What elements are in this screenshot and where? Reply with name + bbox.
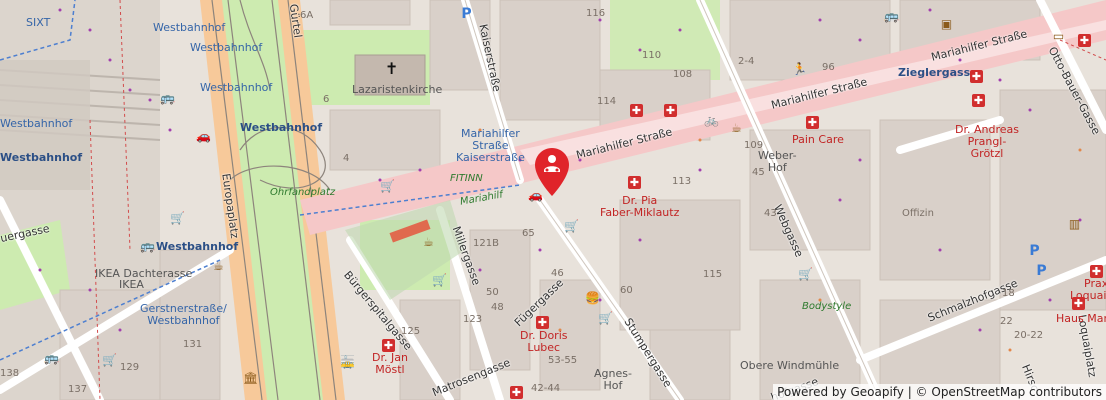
place-label-westbahnhof: Westbahnhof: [153, 21, 226, 34]
house-number: 113: [672, 176, 692, 187]
place-label-obere-windmuehle: Obere Windmühle: [740, 359, 840, 372]
doctor-icon[interactable]: ✚: [382, 339, 395, 352]
doctor-icon[interactable]: ✚: [972, 94, 985, 107]
toilets-icon: ▥: [1068, 217, 1081, 231]
place-label-westbahnhof: Westbahnhof: [200, 81, 273, 94]
house-number: 116: [586, 8, 606, 19]
place-label-ohrfandplatz: Ohrfandplatz: [270, 187, 336, 198]
house-number: 6: [323, 94, 330, 105]
house-number: 53-55: [548, 355, 578, 366]
house-number: 2-4: [738, 56, 755, 67]
house-number: 123: [463, 314, 483, 325]
house-number: 42-44: [531, 383, 561, 394]
doctor-icon[interactable]: ✚: [1072, 297, 1085, 310]
bank-icon: 🏛: [243, 371, 259, 385]
doctor-icon[interactable]: ✚: [510, 386, 523, 399]
location-marker-pin[interactable]: [535, 148, 569, 196]
car-rental-icon: 🚗: [196, 129, 211, 143]
place-label-bodystyle: Bodystyle: [802, 301, 852, 312]
house-number: 110: [642, 50, 662, 61]
street-label-zieglergasse: Zieglergasse: [898, 66, 978, 79]
church-icon: ✝: [385, 59, 399, 78]
doctor-icon[interactable]: ✚: [1078, 34, 1091, 47]
map-attribution[interactable]: Powered by Geoapify | © OpenStreetMap co…: [773, 384, 1106, 400]
shop-icon: 🛒: [598, 311, 613, 325]
place-label-dr-pia: Dr. Pia Faber-Miklautz: [600, 194, 680, 219]
place-label-haus-mariahilf: Haus Mariahilf: [1056, 312, 1106, 325]
house-number: 108: [673, 69, 693, 80]
shop-icon: 🛒: [102, 353, 117, 367]
doctor-icon[interactable]: ✚: [806, 116, 819, 129]
house-number: 18: [1002, 288, 1015, 299]
doctor-icon[interactable]: ✚: [630, 104, 643, 117]
doctor-icon[interactable]: ✚: [1090, 265, 1103, 278]
place-label-gerstner: Gerstnerstraße/ Westbahnhof: [140, 302, 227, 327]
place-label-westbahnhof: Westbahnhof: [190, 41, 263, 54]
bus-icon: 🚌: [884, 9, 899, 23]
shop-icon: 🛒: [432, 273, 447, 287]
place-label-mariahilfer-stop: Mariahilfer Straße Kaiserstraße: [456, 127, 525, 164]
map-canvas[interactable]: Mariahilfer Straße Mariahilfer Straße Ma…: [0, 0, 1106, 400]
house-number: 45: [752, 167, 765, 178]
place-label-pain-care: Pain Care: [792, 133, 844, 146]
house-number: 60: [620, 285, 633, 296]
house-number: 65: [522, 228, 535, 239]
house-number: 6A: [300, 10, 314, 21]
house-number: 129: [120, 362, 140, 373]
place-label-lazaristenkirche: Lazaristenkirche: [352, 83, 443, 96]
place-label-westbahnhof-stop: Westbahnhof: [156, 240, 239, 253]
house-number: 20-22: [1014, 330, 1044, 341]
cafe-icon: ☕: [731, 121, 742, 135]
bicycle-icon: 🚲: [704, 113, 719, 127]
bus-icon: 🚌: [160, 91, 175, 105]
house-number: 121B: [473, 238, 499, 249]
tram-icon: 🚋: [340, 355, 355, 369]
house-number: 137: [68, 384, 88, 395]
house-number: 48: [491, 302, 504, 313]
cafe-icon: ☕: [213, 259, 224, 273]
place-label-dr-andreas: Dr. Andreas Prangl- Grötzl: [955, 123, 1019, 160]
museum-icon: ▣: [940, 17, 953, 31]
house-number: 115: [703, 269, 723, 280]
hotel-icon: ▭: [1052, 29, 1065, 43]
house-number: 114: [597, 96, 617, 107]
place-label-fitinn: FITINN: [450, 173, 483, 184]
place-label-westbahnhof-main: Westbahnhof: [240, 121, 323, 134]
doctor-icon[interactable]: ✚: [970, 70, 983, 83]
place-label-ikea: IKEA: [119, 278, 144, 291]
bus-icon: 🚌: [140, 239, 155, 253]
shop-icon: 🛒: [564, 219, 579, 233]
house-number: 4: [343, 153, 350, 164]
parking-icon: P: [1036, 263, 1047, 279]
bus-icon: 🚌: [44, 351, 59, 365]
place-label-westbahnhof: Westbahnhof: [0, 117, 73, 130]
fastfood-icon: 🍔: [585, 291, 600, 305]
doctor-icon[interactable]: ✚: [664, 104, 677, 117]
house-number: 138: [0, 368, 20, 379]
house-number: 46: [551, 268, 564, 279]
shop-icon: 🛒: [380, 179, 395, 193]
place-label-dr-jan: Dr. Jan Möstl: [372, 351, 408, 376]
doctor-icon[interactable]: ✚: [536, 316, 549, 329]
place-label-sixt: SIXT: [26, 16, 51, 29]
place-label-dr-doris: Dr. Doris Lubec: [520, 329, 568, 354]
house-number: 50: [486, 287, 499, 298]
place-label-westbahnhof: Westbahnhof: [0, 151, 83, 164]
house-number: 131: [183, 339, 203, 350]
shop-icon: 🛒: [798, 267, 813, 281]
place-label-agnes-hof: Agnes- Hof: [594, 367, 632, 392]
house-number: 43: [764, 208, 777, 219]
parking-icon: P: [461, 6, 472, 22]
doctor-icon[interactable]: ✚: [628, 176, 641, 189]
fitness-icon: 🏃: [792, 62, 807, 76]
house-number: 22: [1000, 316, 1013, 327]
house-number: 96: [822, 62, 835, 73]
cafe-icon: ☕: [423, 235, 434, 249]
house-number: 125: [401, 326, 421, 337]
place-label-offizin: Offizin: [902, 208, 934, 219]
house-number: 109: [744, 140, 764, 151]
shop-icon: 🛒: [170, 211, 185, 225]
parking-icon: P: [1029, 243, 1040, 259]
